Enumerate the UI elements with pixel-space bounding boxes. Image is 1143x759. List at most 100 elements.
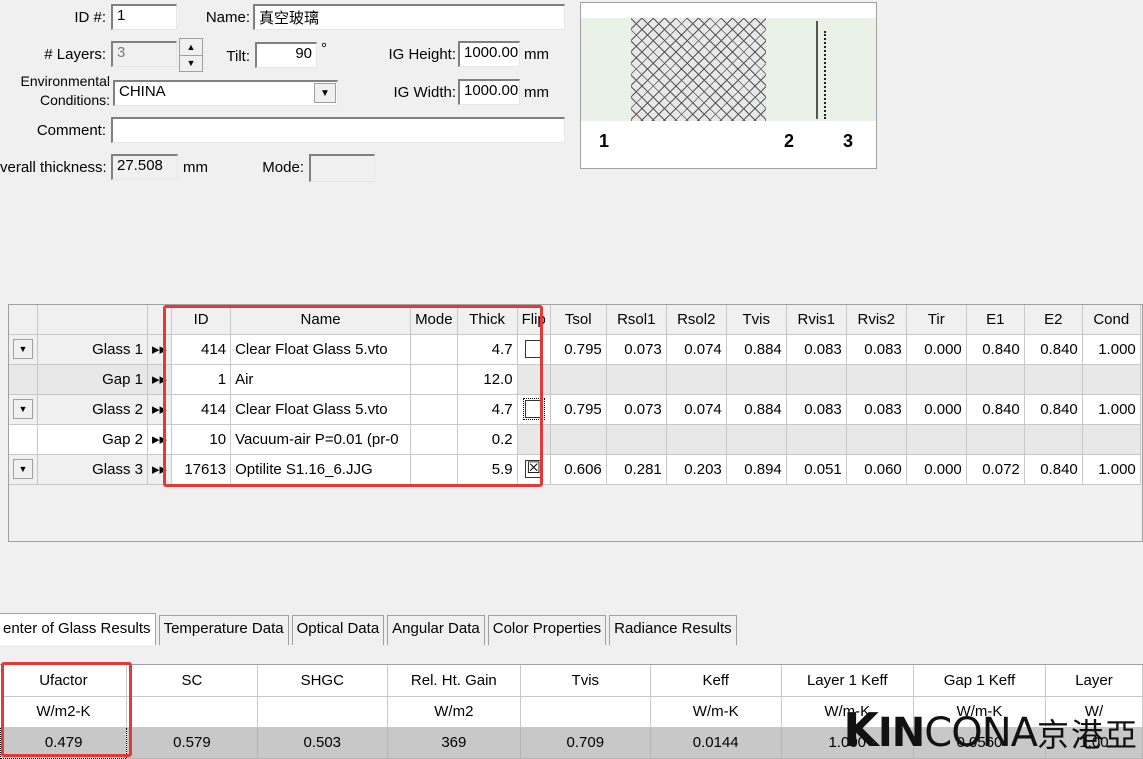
cell-e2: 0.840 bbox=[1024, 334, 1083, 365]
flip-checkbox[interactable] bbox=[522, 398, 545, 421]
row-dropdown bbox=[9, 364, 38, 395]
cell-cond: 1.000 bbox=[1082, 394, 1141, 425]
table-row[interactable]: ▼ Glass 2 ▸▸ 414 Clear Float Glass 5.vto… bbox=[9, 394, 1141, 425]
tilt-field[interactable]: 90 bbox=[255, 42, 317, 68]
flip-checkbox-checked[interactable]: ☒ bbox=[524, 460, 543, 479]
ig-width-label: IG Width: bbox=[393, 84, 456, 101]
chevron-down-icon[interactable]: ▼ bbox=[13, 339, 33, 359]
id-field[interactable]: 1 bbox=[111, 4, 177, 30]
cell-flip[interactable] bbox=[517, 334, 551, 365]
row-label: Gap 2 bbox=[37, 424, 148, 455]
layers-spinner[interactable]: ▲ ▼ bbox=[179, 38, 203, 72]
comment-field[interactable] bbox=[111, 117, 565, 143]
row-arrow-icon[interactable]: ▸▸ bbox=[147, 454, 173, 485]
cell-thick[interactable]: 4.7 bbox=[457, 334, 518, 365]
cell-id[interactable]: 17613 bbox=[171, 454, 232, 485]
ig-height-field[interactable]: 1000.00 bbox=[458, 41, 520, 67]
table-row[interactable]: ▼ Glass 3 ▸▸ 17613 Optilite S1.16_6.JJG … bbox=[9, 454, 1141, 485]
col-header-flip[interactable]: Flip bbox=[517, 305, 551, 335]
result-header-sc: SC bbox=[126, 665, 258, 697]
cell-id[interactable]: 414 bbox=[171, 394, 232, 425]
name-field[interactable]: 真空玻璃 bbox=[253, 4, 565, 30]
row-arrow-icon[interactable]: ▸▸ bbox=[147, 394, 173, 425]
col-header bbox=[9, 305, 38, 335]
result-header-layer1-keff: Layer 1 Keff bbox=[781, 665, 914, 697]
ig-width-field[interactable]: 1000.00 bbox=[458, 79, 520, 105]
col-header-e2[interactable]: E2 bbox=[1024, 305, 1083, 335]
env-conditions-select[interactable]: CHINA ▼ bbox=[113, 80, 338, 106]
cell-rvis1: 0.083 bbox=[786, 394, 847, 425]
cell-name[interactable]: Vacuum-air P=0.01 (pr-0 bbox=[230, 424, 412, 455]
tab-optical-data[interactable]: Optical Data bbox=[291, 615, 385, 645]
col-header-mode[interactable]: Mode bbox=[410, 305, 458, 335]
cell-rsol2: 0.203 bbox=[666, 454, 727, 485]
cell-id[interactable]: 1 bbox=[171, 364, 232, 395]
cell-flip[interactable] bbox=[517, 394, 551, 425]
table-row[interactable]: Gap 2 ▸▸ 10 Vacuum-air P=0.01 (pr-0 0.2 bbox=[9, 424, 1141, 455]
cell-thick[interactable]: 0.2 bbox=[457, 424, 518, 455]
col-header-rsol1[interactable]: Rsol1 bbox=[606, 305, 667, 335]
result-unit bbox=[126, 696, 258, 728]
col-header-id[interactable]: ID bbox=[171, 305, 232, 335]
col-header bbox=[147, 305, 173, 335]
tab-color-properties[interactable]: Color Properties bbox=[487, 615, 607, 645]
cell-mode[interactable] bbox=[410, 424, 458, 455]
col-header-tvis[interactable]: Tvis bbox=[726, 305, 787, 335]
col-header-rvis2[interactable]: Rvis2 bbox=[846, 305, 907, 335]
row-label: Glass 1 bbox=[37, 334, 148, 365]
table-row[interactable]: ▼ Glass 1 ▸▸ 414 Clear Float Glass 5.vto… bbox=[9, 334, 1141, 365]
cell-thick[interactable]: 5.9 bbox=[457, 454, 518, 485]
chevron-down-icon[interactable]: ▼ bbox=[13, 459, 33, 479]
tab-temperature-data[interactable]: Temperature Data bbox=[158, 615, 289, 645]
cell-thick[interactable]: 4.7 bbox=[457, 394, 518, 425]
cell-mode[interactable] bbox=[410, 454, 458, 485]
layers-field[interactable]: 3 bbox=[111, 41, 177, 67]
cell-name[interactable]: Clear Float Glass 5.vto bbox=[230, 394, 412, 425]
col-header-tsol[interactable]: Tsol bbox=[550, 305, 607, 335]
glazing-preview: 1 2 3 bbox=[580, 2, 877, 169]
cell-tsol: 0.795 bbox=[550, 334, 607, 365]
table-row[interactable]: Gap 1 ▸▸ 1 Air 12.0 bbox=[9, 364, 1141, 395]
cell-id[interactable]: 414 bbox=[171, 334, 232, 365]
cell-mode[interactable] bbox=[410, 394, 458, 425]
col-header-cond[interactable]: Cond bbox=[1082, 305, 1141, 335]
result-unit: W/m2-K bbox=[0, 696, 128, 728]
tab-radiance-results[interactable]: Radiance Results bbox=[609, 615, 737, 645]
row-dropdown[interactable]: ▼ bbox=[9, 334, 38, 365]
layers-grid[interactable]: ID Name Mode Thick Flip Tsol Rsol1 Rsol2… bbox=[8, 304, 1143, 542]
result-header-rel-ht-gain: Rel. Ht. Gain bbox=[387, 665, 521, 697]
layers-header-row: ID Name Mode Thick Flip Tsol Rsol1 Rsol2… bbox=[9, 305, 1141, 335]
cell-rsol2: 0.074 bbox=[666, 334, 727, 365]
flip-checkbox[interactable] bbox=[524, 340, 543, 359]
col-header-tir[interactable]: Tir bbox=[906, 305, 967, 335]
cell-flip[interactable]: ☒ bbox=[517, 454, 551, 485]
col-header-thick[interactable]: Thick bbox=[457, 305, 518, 335]
cell-id[interactable]: 10 bbox=[171, 424, 232, 455]
overall-thickness-label: verall thickness: bbox=[0, 159, 107, 176]
cell-name[interactable]: Clear Float Glass 5.vto bbox=[230, 334, 412, 365]
cell-name[interactable]: Optilite S1.16_6.JJG bbox=[230, 454, 412, 485]
cell-name[interactable]: Air bbox=[230, 364, 412, 395]
col-header-rvis1[interactable]: Rvis1 bbox=[786, 305, 847, 335]
col-header-e1[interactable]: E1 bbox=[966, 305, 1025, 335]
row-arrow-icon[interactable]: ▸▸ bbox=[147, 334, 173, 365]
cell-mode[interactable] bbox=[410, 334, 458, 365]
row-arrow-icon[interactable]: ▸▸ bbox=[147, 424, 173, 455]
cell-mode[interactable] bbox=[410, 364, 458, 395]
row-dropdown[interactable]: ▼ bbox=[9, 454, 38, 485]
tab-angular-data[interactable]: Angular Data bbox=[387, 615, 485, 645]
cell-thick[interactable]: 12.0 bbox=[457, 364, 518, 395]
row-arrow-icon[interactable]: ▸▸ bbox=[147, 364, 173, 395]
result-unit bbox=[257, 696, 388, 728]
col-header-name[interactable]: Name bbox=[230, 305, 412, 335]
col-header-rsol2[interactable]: Rsol2 bbox=[666, 305, 727, 335]
row-dropdown[interactable]: ▼ bbox=[9, 394, 38, 425]
spin-down-icon[interactable]: ▼ bbox=[180, 56, 202, 72]
tilt-unit: ° bbox=[321, 40, 327, 57]
chevron-down-icon[interactable]: ▼ bbox=[314, 83, 336, 103]
tilt-label: Tilt: bbox=[226, 48, 250, 65]
spin-up-icon[interactable]: ▲ bbox=[180, 39, 202, 56]
chevron-down-icon[interactable]: ▼ bbox=[13, 399, 33, 419]
col-header bbox=[37, 305, 148, 335]
tab-center-of-glass-results[interactable]: enter of Glass Results bbox=[0, 613, 156, 645]
